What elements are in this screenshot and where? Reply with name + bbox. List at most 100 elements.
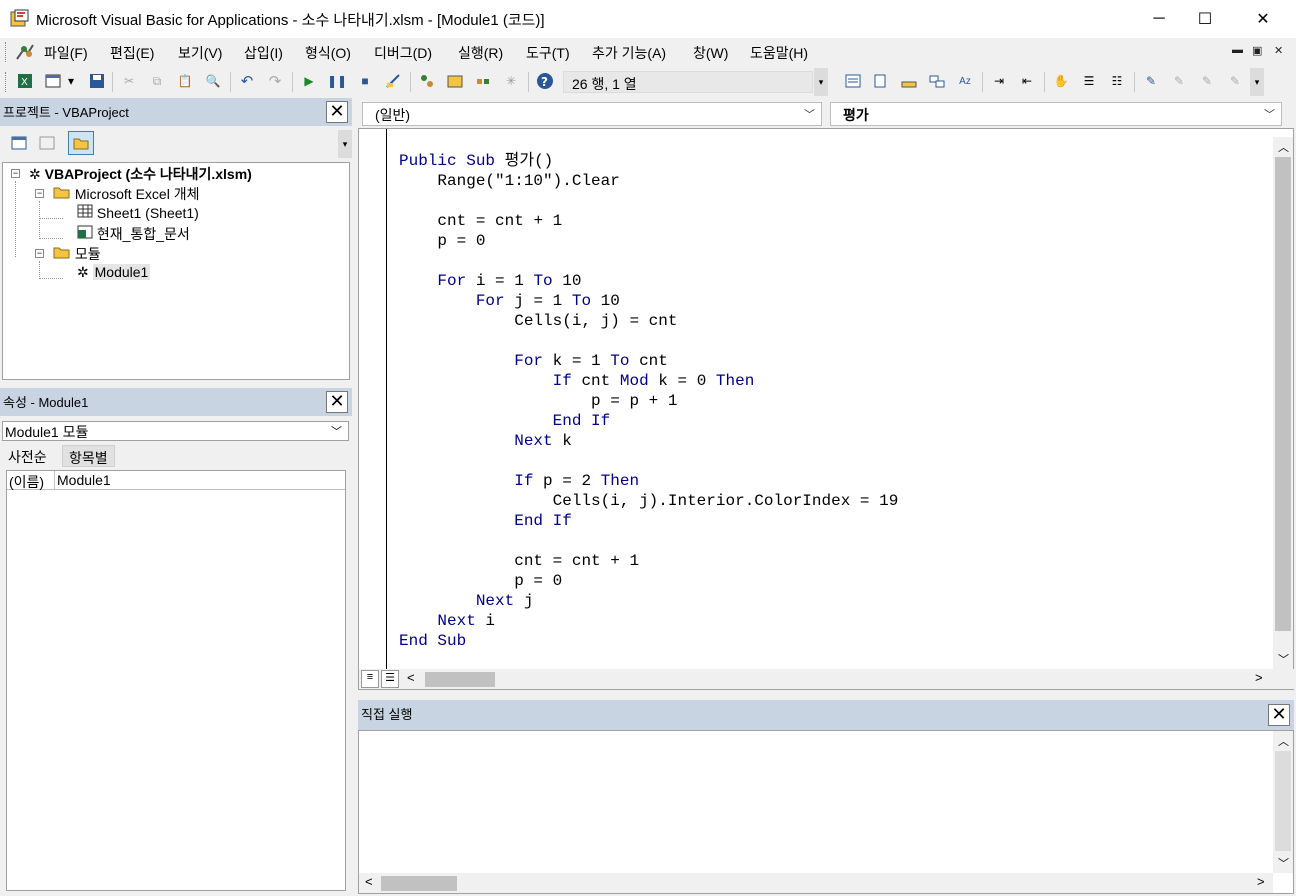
code-line[interactable] <box>399 451 898 471</box>
menu-file[interactable]: 파일(F) <box>44 43 88 63</box>
clear-bookmarks-icon[interactable]: ✎ <box>1226 72 1244 90</box>
properties-close-icon[interactable]: ✕ <box>326 391 348 413</box>
copy-icon[interactable]: ⧉ <box>148 72 166 90</box>
code-line[interactable]: cnt = cnt + 1 <box>399 211 898 231</box>
project-explorer-icon[interactable] <box>418 72 436 90</box>
undo-icon[interactable]: ↶ <box>238 72 256 90</box>
tree-item-modules-folder[interactable]: 모듈 <box>53 244 101 264</box>
code-line[interactable] <box>399 251 898 271</box>
save-icon[interactable] <box>88 72 106 90</box>
code-line[interactable]: Cells(i, j) = cnt <box>399 311 898 331</box>
menu-help[interactable]: 도움말(H) <box>750 43 808 63</box>
procedure-combo[interactable]: 평가 ﹀ <box>830 102 1282 126</box>
code-line[interactable]: End If <box>399 411 898 431</box>
list-properties-icon[interactable] <box>844 72 862 90</box>
toggle-breakpoint-icon[interactable]: ✋ <box>1052 72 1070 90</box>
scroll-down-icon[interactable]: ﹀ <box>1278 855 1289 871</box>
code-vertical-scrollbar[interactable]: ︿ ﹀ <box>1273 137 1293 669</box>
chevron-down-icon[interactable]: ▾ <box>66 72 76 90</box>
tree-item-vbaproject[interactable]: ✲ VBAProject (소수 나타내기.xlsm) <box>29 164 252 184</box>
code-line[interactable]: cnt = cnt + 1 <box>399 551 898 571</box>
code-line[interactable]: p = p + 1 <box>399 391 898 411</box>
menu-tools[interactable]: 도구(T) <box>526 43 570 63</box>
toolbox-icon[interactable]: ✳ <box>502 72 520 90</box>
code-horizontal-scrollbar[interactable]: ≡ ☰ < > <box>359 669 1295 689</box>
code-line[interactable]: End If <box>399 511 898 531</box>
code-line[interactable]: End Sub <box>399 631 898 651</box>
insert-module-icon[interactable] <box>44 72 62 90</box>
properties-object-select[interactable]: Module1 모듈 ﹀ <box>2 421 349 441</box>
tab-alphabetic[interactable]: 사전순 <box>2 445 53 467</box>
scroll-right-icon[interactable]: > <box>1255 670 1263 685</box>
find-icon[interactable]: 🔍 <box>204 72 222 90</box>
code-line[interactable]: Range("1:10").Clear <box>399 171 898 191</box>
immediate-scroll-track[interactable] <box>1275 751 1291 851</box>
tab-categorized[interactable]: 항목별 <box>62 445 115 467</box>
expand-modules-toggle[interactable]: − <box>35 249 44 258</box>
view-code-icon[interactable] <box>10 134 28 152</box>
complete-word-icon[interactable]: Aᴢ <box>956 72 974 90</box>
code-line[interactable]: p = 0 <box>399 231 898 251</box>
code-line[interactable]: p = 0 <box>399 571 898 591</box>
horizontal-scroll-thumb[interactable] <box>425 672 495 687</box>
code-text[interactable]: Public Sub 평가() Range("1:10").Clear cnt … <box>399 151 898 651</box>
parameter-info-icon[interactable] <box>928 72 946 90</box>
scroll-up-icon[interactable]: ︿ <box>1278 139 1289 155</box>
menu-window[interactable]: 창(W) <box>693 43 728 63</box>
scroll-up-icon[interactable]: ︿ <box>1278 733 1289 749</box>
mdi-minimize-button[interactable]: ▬ <box>1232 44 1243 56</box>
toolbar-grip[interactable] <box>5 72 8 92</box>
code-line[interactable] <box>399 191 898 211</box>
edit-toolbar-overflow-chevron[interactable]: ▾ <box>1250 68 1264 96</box>
help-icon[interactable]: ? <box>536 72 554 90</box>
previous-bookmark-icon[interactable]: ✎ <box>1198 72 1216 90</box>
indent-icon[interactable]: ⇥ <box>990 72 1008 90</box>
toolbar-overflow-chevron[interactable]: ▾ <box>814 68 828 96</box>
tree-item-excel-objects[interactable]: Microsoft Excel 개체 <box>53 184 199 204</box>
excel-icon[interactable]: X <box>16 72 34 90</box>
quick-info-icon[interactable] <box>900 72 918 90</box>
menu-format[interactable]: 형식(O) <box>305 43 351 63</box>
mdi-close-button[interactable]: ✕ <box>1274 44 1283 57</box>
toggle-folders-icon[interactable] <box>68 131 94 155</box>
menu-insert[interactable]: 삽입(I) <box>244 43 283 63</box>
run-icon[interactable]: ▶ <box>300 72 318 90</box>
code-margin[interactable] <box>359 129 387 669</box>
redo-icon[interactable]: ↷ <box>266 72 284 90</box>
code-line[interactable]: If cnt Mod k = 0 Then <box>399 371 898 391</box>
code-line[interactable] <box>399 331 898 351</box>
cut-icon[interactable]: ✂ <box>120 72 138 90</box>
property-row[interactable]: (이름) Module1 <box>7 471 345 490</box>
vertical-scroll-thumb[interactable] <box>1275 157 1291 631</box>
design-mode-icon[interactable] <box>384 72 402 90</box>
code-line[interactable]: Next i <box>399 611 898 631</box>
full-module-view-icon[interactable]: ☰ <box>381 670 399 688</box>
code-line[interactable]: For k = 1 To cnt <box>399 351 898 371</box>
tree-item-workbook[interactable]: 현재_통합_문서 <box>77 224 190 244</box>
immediate-horizontal-thumb[interactable] <box>381 876 457 891</box>
code-line[interactable]: Next j <box>399 591 898 611</box>
code-line[interactable]: For i = 1 To 10 <box>399 271 898 291</box>
scroll-left-icon[interactable]: < <box>407 670 415 685</box>
paste-icon[interactable]: 📋 <box>176 72 194 90</box>
project-toolbar-overflow[interactable]: ▾ <box>338 130 352 158</box>
menu-view[interactable]: 보기(V) <box>178 43 222 63</box>
immediate-window[interactable]: ︿ ﹀ < > <box>358 730 1294 894</box>
tree-item-sheet1[interactable]: Sheet1 (Sheet1) <box>77 204 199 221</box>
menubar-grip[interactable] <box>5 42 8 62</box>
minimize-button[interactable]: ─ <box>1136 0 1182 38</box>
code-line[interactable]: Cells(i, j).Interior.ColorIndex = 19 <box>399 491 899 511</box>
code-editor[interactable]: Public Sub 평가() Range("1:10").Clear cnt … <box>358 128 1295 690</box>
outdent-icon[interactable]: ⇤ <box>1018 72 1036 90</box>
expand-excel-objects-toggle[interactable]: − <box>35 189 44 198</box>
mdi-restore-button[interactable]: ▣ <box>1252 44 1262 57</box>
menu-addins[interactable]: 추가 기능(A) <box>592 43 666 63</box>
immediate-window-close-icon[interactable]: ✕ <box>1268 704 1290 726</box>
scroll-right-icon[interactable]: > <box>1257 874 1265 889</box>
properties-icon[interactable] <box>446 72 464 90</box>
object-browser-icon[interactable] <box>474 72 492 90</box>
toggle-bookmark-icon[interactable]: ✎ <box>1142 72 1160 90</box>
comment-block-icon[interactable]: ☰ <box>1080 72 1098 90</box>
vba-menu-icon[interactable] <box>14 41 36 63</box>
menu-run[interactable]: 실행(R) <box>458 43 503 63</box>
